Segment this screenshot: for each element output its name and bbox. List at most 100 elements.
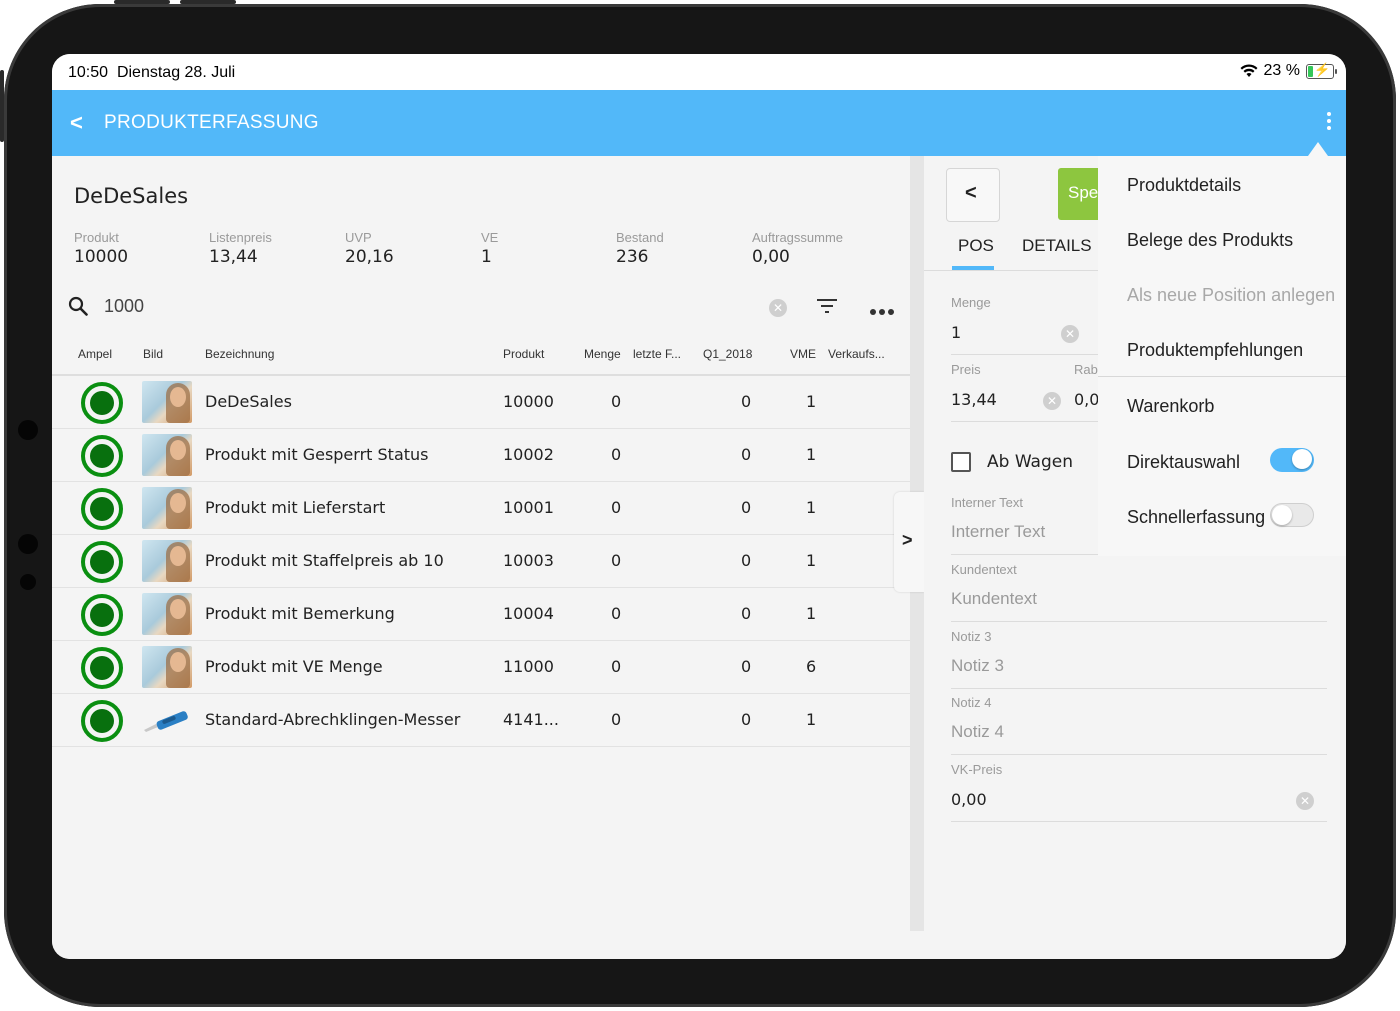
cell-vme: 1 <box>806 445 817 464</box>
col-menge[interactable]: Menge <box>584 347 621 361</box>
table-row[interactable]: Produkt mit Lieferstart 10001 0 0 1 <box>52 482 910 535</box>
chevron-right-icon: > <box>902 530 913 550</box>
knife-image <box>144 711 188 732</box>
search-input[interactable]: 1000 <box>104 296 144 317</box>
col-vme[interactable]: VME <box>790 347 816 361</box>
tab-pos[interactable]: POS <box>958 236 994 256</box>
kundentext-label: Kundentext <box>951 562 1017 577</box>
schnellerfassung-toggle[interactable] <box>1270 503 1314 527</box>
cell-bezeichnung: Produkt mit Lieferstart <box>205 498 386 517</box>
ampel-status-icon <box>81 541 123 583</box>
table-row[interactable]: Produkt mit Staffelpreis ab 10 10003 0 0… <box>52 535 910 588</box>
stat-uvp: UVP 20,16 <box>345 230 394 267</box>
direktauswahl-toggle[interactable] <box>1270 448 1314 472</box>
menu-item-warenkorb[interactable]: Warenkorb <box>1127 396 1214 417</box>
cell-bezeichnung: Produkt mit Bemerkung <box>205 604 395 623</box>
field-line <box>951 754 1327 755</box>
product-image <box>142 434 192 476</box>
stat-value: 0,00 <box>752 247 790 267</box>
volume-button <box>114 0 170 4</box>
cell-q1: 0 <box>741 551 752 570</box>
back-icon[interactable]: < <box>70 110 83 136</box>
panel-back-button[interactable]: < <box>946 168 1000 222</box>
stat-label: VE <box>481 230 499 245</box>
cell-q1: 0 <box>741 498 752 517</box>
cell-menge: 0 <box>611 551 622 570</box>
camera-dot <box>18 534 38 554</box>
ampel-status-icon <box>81 435 123 477</box>
ampel-status-icon <box>81 700 123 742</box>
more-horiz-icon[interactable] <box>870 300 897 319</box>
notiz4-field[interactable]: Notiz 4 <box>951 722 1004 742</box>
cell-q1: 0 <box>741 392 752 411</box>
tab-details[interactable]: DETAILS <box>1022 236 1092 256</box>
stat-label: Bestand <box>616 230 664 245</box>
power-button <box>0 70 4 142</box>
table-row[interactable]: Standard-Abrechklingen-Messer 4141... 0 … <box>52 694 910 747</box>
ab-wagen-label: Ab Wagen <box>987 452 1073 472</box>
camera-dot <box>18 420 38 440</box>
table-row[interactable]: Produkt mit VE Menge 11000 0 0 6 <box>52 641 910 694</box>
cell-q1: 0 <box>741 445 752 464</box>
menu-pointer <box>1308 142 1328 156</box>
stat-listenpreis: Listenpreis 13,44 <box>209 230 272 267</box>
clear-preis-icon[interactable]: ✕ <box>1043 392 1061 410</box>
cell-menge: 0 <box>611 498 622 517</box>
cell-menge: 0 <box>611 604 622 623</box>
col-bild[interactable]: Bild <box>143 347 163 361</box>
interner-text-field[interactable]: Interner Text <box>951 522 1045 542</box>
cell-menge: 0 <box>611 657 622 676</box>
menu-item-produktdetails[interactable]: Produktdetails <box>1127 175 1241 196</box>
stat-value: 10000 <box>74 247 129 267</box>
menu-item-produktempfehlungen[interactable]: Produktempfehlungen <box>1127 340 1303 361</box>
vk-preis-field[interactable]: 0,00 <box>951 790 987 809</box>
field-line <box>951 421 1099 422</box>
col-bezeichnung[interactable]: Bezeichnung <box>205 347 274 361</box>
battery-icon: ⚡ <box>1306 62 1337 79</box>
table-row[interactable]: DeDeSales 10000 0 0 1 <box>52 376 910 429</box>
cell-produkt: 4141... <box>503 710 559 729</box>
col-letzte[interactable]: letzte F... <box>633 347 681 361</box>
cell-q1: 0 <box>741 710 752 729</box>
preis-field[interactable]: 13,44 <box>951 390 997 409</box>
menge-field[interactable]: 1 <box>951 323 961 342</box>
cell-vme: 1 <box>806 551 817 570</box>
cell-vme: 6 <box>806 657 817 676</box>
filter-icon[interactable] <box>816 297 838 315</box>
menu-item-schnellerfassung: Schnellerfassung <box>1127 507 1266 527</box>
context-menu: Produktdetails Belege des Produkts Als n… <box>1098 156 1346 556</box>
col-produkt[interactable]: Produkt <box>503 347 544 361</box>
col-verkaufs[interactable]: Verkaufs... <box>828 347 885 361</box>
kundentext-field[interactable]: Kundentext <box>951 589 1037 609</box>
cell-menge: 0 <box>611 710 622 729</box>
app-bar: < PRODUKTERFASSUNG <box>52 90 1346 156</box>
cell-bezeichnung: Produkt mit Staffelpreis ab 10 <box>205 551 444 570</box>
vk-preis-label: VK-Preis <box>951 762 1003 777</box>
camera-dot <box>20 574 36 590</box>
search-icon <box>68 296 88 316</box>
field-line <box>951 621 1327 622</box>
status-right: 23 % ⚡ <box>1240 62 1337 80</box>
stat-value: 236 <box>616 247 649 267</box>
clear-menge-icon[interactable]: ✕ <box>1061 325 1079 343</box>
expand-panel-handle[interactable]: > <box>894 492 924 592</box>
screen: 10:50 Dienstag 28. Juli 23 % ⚡ < PRODUKT… <box>52 54 1346 959</box>
cell-vme: 1 <box>806 498 817 517</box>
table-row[interactable]: Produkt mit Gesperrt Status 10002 0 0 1 <box>52 429 910 482</box>
cell-q1: 0 <box>741 657 752 676</box>
more-vert-icon[interactable] <box>1326 112 1332 134</box>
col-q1-2018[interactable]: Q1_2018 <box>703 347 752 361</box>
clear-search-icon[interactable]: ✕ <box>769 299 787 317</box>
stat-bestand: Bestand 236 <box>616 230 664 267</box>
ab-wagen-checkbox[interactable] <box>951 452 971 472</box>
notiz4-label: Notiz 4 <box>951 695 992 710</box>
col-ampel[interactable]: Ampel <box>78 347 112 361</box>
table-row[interactable]: Produkt mit Bemerkung 10004 0 0 1 <box>52 588 910 641</box>
stat-label: Produkt <box>74 230 119 245</box>
ampel-status-icon <box>81 594 123 636</box>
notiz3-field[interactable]: Notiz 3 <box>951 656 1004 676</box>
menu-item-belege[interactable]: Belege des Produkts <box>1127 230 1293 251</box>
product-image <box>142 593 192 635</box>
cell-bezeichnung: DeDeSales <box>205 392 292 411</box>
clear-vk-preis-icon[interactable]: ✕ <box>1296 792 1314 810</box>
